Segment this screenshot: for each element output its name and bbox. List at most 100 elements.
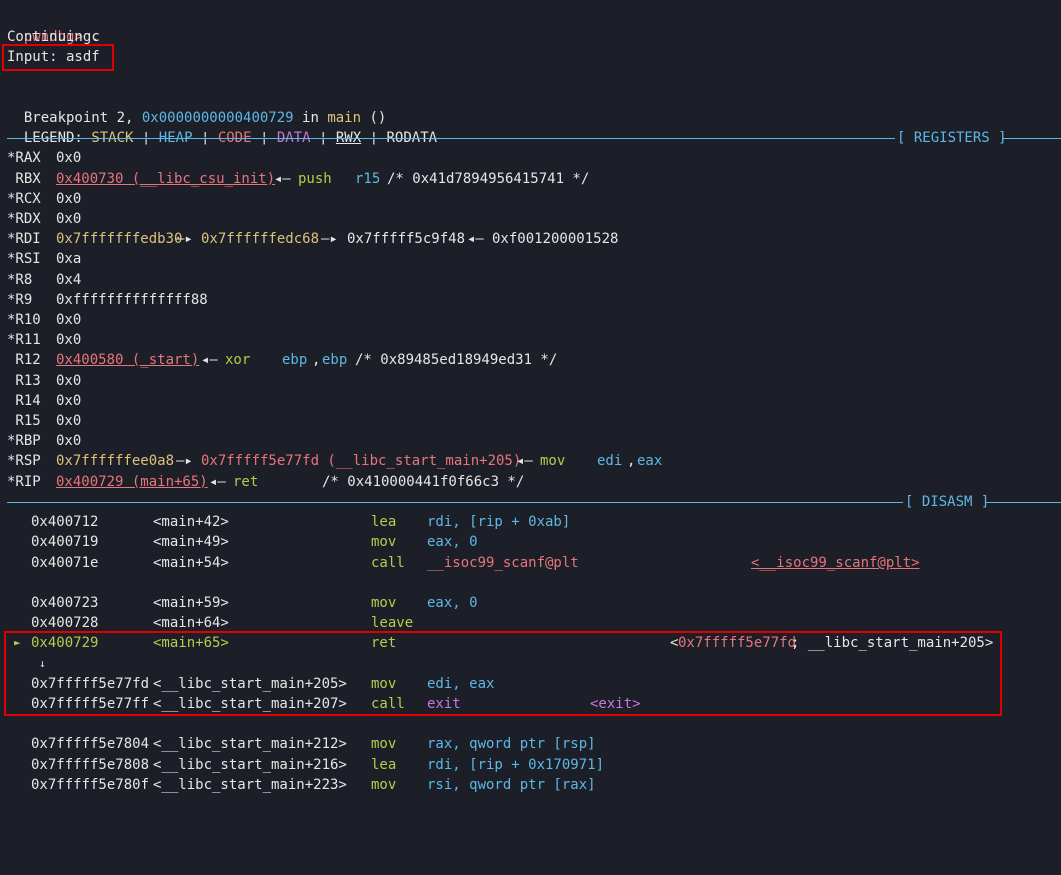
- registers-header: [ REGISTERS ]: [897, 130, 1007, 146]
- registers-r11-val: 0x0: [56, 332, 82, 348]
- disasm-d11-addr: 0x7fffff5e780f: [31, 777, 150, 793]
- registers-r12-comma: ,: [312, 352, 321, 368]
- registers-rdx-name: *RDX: [7, 211, 41, 227]
- disasm-d10-op: lea: [371, 757, 397, 773]
- registers-rule-right: [1002, 138, 1061, 139]
- registers-rax-name: *RAX: [7, 150, 41, 166]
- disasm-line: 0x400723 <main+59> mov eax, 0: [0, 593, 478, 613]
- registers-rip-name: *RIP: [7, 474, 41, 490]
- disasm-line: 0x400728 <main+64> leave: [0, 613, 413, 633]
- disasm-d8-addr: 0x7fffff5e77ff: [31, 696, 150, 712]
- disasm-d2-addr: 0x400719: [31, 534, 99, 550]
- registers-rcx-name: *RCX: [7, 191, 41, 207]
- disasm-d3-sym: <main+54>: [153, 555, 229, 571]
- disasm-d4-sym: <main+59>: [153, 595, 229, 611]
- disasm-rule-right: [986, 502, 1061, 503]
- registers-r12-name: R12: [7, 352, 41, 368]
- disasm-header: [ DISASM ]: [905, 494, 990, 510]
- disasm-d2-op: mov: [371, 534, 397, 550]
- disasm-d1-a: rdi, [rip + 0xab]: [427, 514, 571, 530]
- registers-r12-arg2: ebp: [322, 352, 348, 368]
- current-pc-marker-icon: ►: [14, 636, 21, 649]
- registers-rip-val: 0x400729 (main+65): [56, 474, 208, 490]
- prompt-line: pwndbg> c: [7, 7, 100, 45]
- disasm-d1-op: lea: [371, 514, 397, 530]
- disasm-d7-addr: 0x7fffff5e77fd: [31, 676, 150, 692]
- registers-rdx-val: 0x0: [56, 211, 82, 227]
- registers-rip-op: ret: [233, 474, 259, 490]
- disasm-d10-a: rdi, [rip + 0x170971]: [427, 757, 605, 773]
- disasm-d11-sym: <__libc_start_main+223>: [153, 777, 347, 793]
- registers-rsp-arg1: edi: [597, 453, 623, 469]
- disasm-line: 0x7fffff5e77fd <__libc_start_main+205> m…: [0, 674, 494, 694]
- disasm-d3-addr: 0x40071e: [31, 555, 99, 571]
- legend-line: LEGEND: STACK ¦ HEAP ¦ CODE ¦ DATA ¦ RWX…: [7, 108, 437, 146]
- registers-rsp-a2: ◂—: [516, 453, 533, 469]
- flow-down-arrow-icon: ↓: [0, 654, 46, 674]
- registers-rdi-a3: ◂—: [467, 231, 484, 247]
- disasm-d4-addr: 0x400723: [31, 595, 99, 611]
- input-highlight-box: [2, 44, 114, 71]
- registers-r12-arrow: ◂—: [201, 352, 218, 368]
- disasm-d9-sym: <__libc_start_main+212>: [153, 736, 347, 752]
- disasm-d3-target: <__isoc99_scanf@plt>: [751, 555, 920, 571]
- disasm-d6-target_addr: 0x7fffff5e77fd: [678, 635, 797, 651]
- reg-rbx: RBX 0x400730 (__libc_csu_init) ◂— push r…: [7, 169, 589, 189]
- registers-rsp-op: mov: [540, 453, 566, 469]
- disasm-line: 0x7fffff5e780f <__libc_start_main+223> m…: [0, 775, 596, 795]
- disasm-line: 0x40071e <main+54> call __isoc99_scanf@p…: [0, 553, 920, 573]
- registers-r12-op: xor: [225, 352, 251, 368]
- disasm-line: 0x7fffff5e7808 <__libc_start_main+216> l…: [0, 755, 604, 775]
- registers-rbp-name: *RBP: [7, 433, 41, 449]
- registers-rbp-val: 0x0: [56, 433, 82, 449]
- disasm-d1-sym: <main+42>: [153, 514, 229, 530]
- registers-rip-arrow: ◂—: [209, 474, 226, 490]
- disasm-d4-a: eax, 0: [427, 595, 478, 611]
- registers-rbx-arg: r15: [355, 171, 381, 187]
- disasm-d5-op: leave: [371, 615, 414, 631]
- disasm-d8-op: call: [371, 696, 405, 712]
- disasm-d10-addr: 0x7fffff5e7808: [31, 757, 150, 773]
- disasm-line: 0x7fffff5e7804 <__libc_start_main+212> m…: [0, 734, 596, 754]
- registers-rsp-val: 0x7ffffffee0a8: [56, 453, 175, 469]
- disasm-down_arrow: ↓: [39, 657, 46, 670]
- registers-rule-left: [7, 138, 895, 139]
- disasm-d1-addr: 0x400712: [31, 514, 99, 530]
- registers-rsp-arg2: eax: [637, 453, 663, 469]
- disasm-d6-op: ret: [371, 635, 397, 651]
- registers-rbx-val: 0x400730 (__libc_csu_init): [56, 171, 276, 187]
- disasm-line: 0x400712 <main+42> lea rdi, [rip + 0xab]: [0, 512, 570, 532]
- registers-r15-name: R15: [7, 413, 41, 429]
- disasm-d5-sym: <main+64>: [153, 615, 229, 631]
- registers-rax-val: 0x0: [56, 150, 82, 166]
- registers-r12-comment: /* 0x89485ed18949ed31 */: [355, 352, 558, 368]
- registers-rbx-op: push: [298, 171, 332, 187]
- registers-rdi-v3: 0x7fffff5c9f48: [347, 231, 466, 247]
- registers-r12-arg1: ebp: [282, 352, 308, 368]
- disasm-d7-op: mov: [371, 676, 397, 692]
- registers-rdi-a1: —▸: [176, 231, 193, 247]
- registers-rdi-val: 0x7fffffffedb30: [56, 231, 183, 247]
- registers-r13-name: R13: [7, 373, 41, 389]
- disasm-d9-addr: 0x7fffff5e7804: [31, 736, 150, 752]
- registers-rcx-val: 0x0: [56, 191, 82, 207]
- disasm-rule-left: [7, 502, 903, 503]
- disasm-d8-a: exit: [427, 696, 461, 712]
- registers-r15-val: 0x0: [56, 413, 82, 429]
- disasm-d11-op: mov: [371, 777, 397, 793]
- disasm-d11-a: rsi, qword ptr [rax]: [427, 777, 596, 793]
- registers-r9-name: *R9: [7, 292, 33, 308]
- disasm-d2-sym: <main+49>: [153, 534, 229, 550]
- reg-r12: R12 0x400580 (_start) ◂— xor ebp , ebp /…: [7, 350, 557, 370]
- registers-rsp-name: *RSP: [7, 453, 41, 469]
- registers-rsi-val: 0xa: [56, 251, 82, 267]
- registers-rdi-v2: 0x7ffffffedc68: [201, 231, 320, 247]
- disasm-d7-sym: <__libc_start_main+205>: [153, 676, 347, 692]
- disasm-d3-a: __isoc99_scanf@plt: [427, 555, 579, 571]
- registers-rsp-v2: 0x7fffff5e77fd (__libc_start_main+205): [201, 453, 522, 469]
- registers-rsi-name: *RSI: [7, 251, 41, 267]
- reg-rsp: *RSP 0x7ffffffee0a8 —▸ 0x7fffff5e77fd (_…: [7, 451, 662, 471]
- registers-rdi-v4: 0xf001200001528: [492, 231, 619, 247]
- disasm-line: 0x400719 <main+49> mov eax, 0: [0, 532, 478, 552]
- registers-r11-name: *R11: [7, 332, 41, 348]
